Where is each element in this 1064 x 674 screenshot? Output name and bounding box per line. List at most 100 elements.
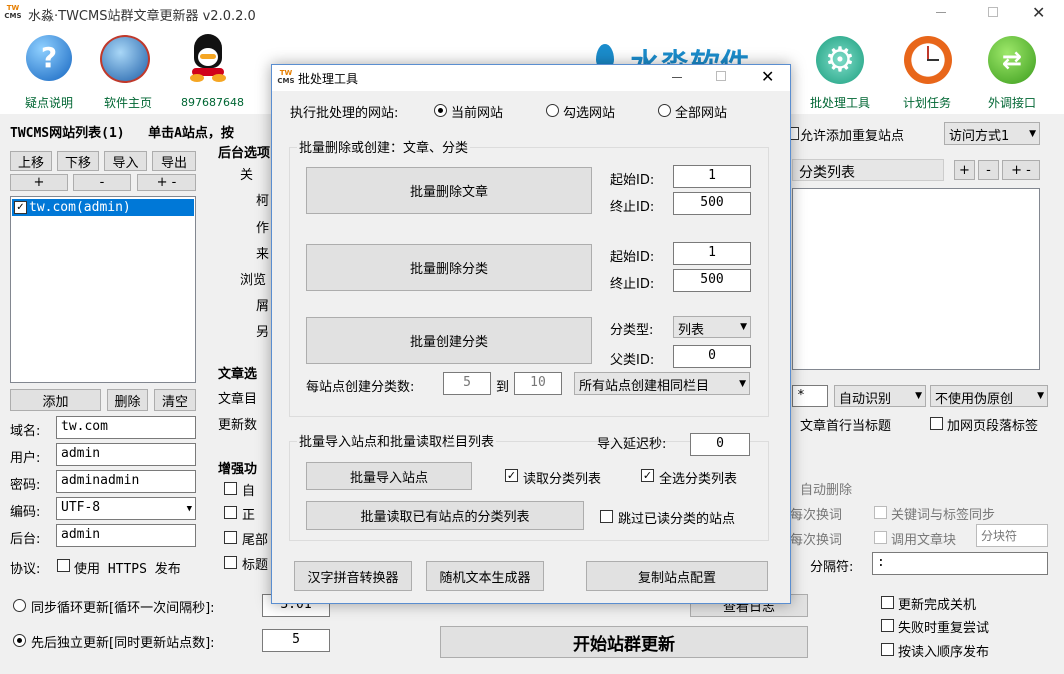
batch-delete-categories-button[interactable]: 批量删除分类 (306, 244, 592, 291)
add-site-button[interactable]: 添加 (10, 389, 101, 411)
help-icon[interactable]: ? (26, 35, 72, 81)
help-label[interactable]: 疑点说明 (25, 94, 73, 111)
start-update-button[interactable]: 开始站群更新 (440, 626, 808, 658)
clock-icon[interactable] (904, 36, 952, 84)
list-minus-button[interactable]: - (73, 174, 131, 191)
retry-checkbox[interactable] (881, 619, 894, 632)
target-checked-radio[interactable] (546, 104, 559, 117)
target-all-radio[interactable] (658, 104, 671, 117)
copy-config-button[interactable]: 复制站点配置 (586, 561, 768, 591)
article-start-id-input[interactable]: 1 (673, 165, 751, 188)
batch-import-sites-button[interactable]: 批量导入站点 (306, 462, 472, 490)
parent-id-input[interactable]: 0 (673, 345, 751, 368)
list-plusminus-button[interactable]: + - (137, 174, 196, 191)
encoding-select[interactable]: UTF-8▼ (56, 497, 196, 520)
first-line-title-label[interactable]: 文章首行当标题 (800, 415, 891, 434)
each-wrap-label-2[interactable]: 每次换词 (790, 529, 842, 548)
user-input[interactable]: admin (56, 443, 196, 466)
same-columns-select[interactable]: 所有站点创建相同栏目▼ (574, 372, 750, 395)
target-current-label[interactable]: 当前网站 (451, 102, 503, 121)
star-input[interactable]: * (792, 385, 828, 407)
indep-update-label[interactable]: 先后独立更新[同时更新站点数]: (31, 632, 215, 651)
batch-delete-articles-button[interactable]: 批量删除文章 (306, 167, 592, 214)
home-label[interactable]: 软件主页 (104, 94, 152, 111)
move-up-button[interactable]: 上移 (10, 151, 52, 171)
select-all-categories-checkbox[interactable]: ✓ (641, 469, 654, 482)
sync-update-radio[interactable] (13, 599, 26, 612)
kw-sync-checkbox[interactable] (874, 506, 887, 519)
category-list[interactable] (792, 188, 1040, 370)
select-all-categories-label[interactable]: 全选分类列表 (659, 468, 737, 487)
dialog-minimize-icon[interactable] (672, 77, 682, 78)
detect-select[interactable]: 自动识别▼ (834, 385, 926, 407)
enhance-check-2[interactable] (224, 506, 237, 519)
use-block-checkbox[interactable] (874, 531, 887, 544)
delete-site-button[interactable]: 删除 (107, 389, 148, 411)
order-label[interactable]: 按读入顺序发布 (898, 641, 989, 660)
para-tag-label[interactable]: 加网页段落标签 (947, 415, 1038, 434)
clear-sites-button[interactable]: 清空 (154, 389, 196, 411)
https-label[interactable]: 使用 HTTPS 发布 (74, 558, 181, 577)
each-wrap-label-1[interactable]: 每次换词 (790, 504, 842, 523)
cat-plusminus-button[interactable]: + - (1002, 160, 1040, 180)
admin-input[interactable]: admin (56, 524, 196, 547)
globe-icon[interactable] (100, 35, 150, 83)
read-categories-checkbox[interactable]: ✓ (505, 469, 518, 482)
task-label[interactable]: 计划任务 (903, 94, 951, 111)
cat-end-id-input[interactable]: 500 (673, 269, 751, 292)
dialog-close-icon[interactable]: ✕ (761, 67, 774, 86)
retry-label[interactable]: 失败时重复尝试 (898, 617, 989, 636)
per-site-to-input[interactable]: 10 (514, 372, 562, 395)
order-checkbox[interactable] (881, 643, 894, 656)
batch-read-categories-button[interactable]: 批量读取已有站点的分类列表 (306, 501, 584, 530)
export-button[interactable]: 导出 (152, 151, 196, 171)
random-text-button[interactable]: 随机文本生成器 (426, 561, 544, 591)
separator-input[interactable]: : (872, 552, 1048, 575)
list-item[interactable]: ✓ tw.com(admin) (12, 199, 194, 216)
indep-update-radio[interactable] (13, 634, 26, 647)
skip-read-label[interactable]: 跳过已读分类的站点 (618, 508, 735, 527)
cat-type-select[interactable]: 列表▼ (673, 316, 751, 338)
per-site-from-input[interactable]: 5 (443, 372, 491, 395)
visit-mode-select[interactable]: 访问方式1▼ (944, 122, 1040, 145)
batch-create-categories-button[interactable]: 批量创建分类 (306, 317, 592, 364)
https-checkbox[interactable] (57, 559, 70, 572)
shutdown-checkbox[interactable] (881, 596, 894, 609)
target-all-label[interactable]: 全部网站 (675, 102, 727, 121)
pseudo-original-select[interactable]: 不使用伪原创▼ (930, 385, 1048, 407)
batch-label[interactable]: 批处理工具 (810, 94, 870, 111)
kw-sync-label[interactable]: 关键词与标签同步 (891, 504, 995, 523)
gear-icon[interactable]: ⚙ (816, 36, 864, 84)
allow-duplicate-label[interactable]: 允许添加重复站点 (800, 125, 904, 144)
target-current-radio[interactable] (434, 104, 447, 117)
auto-delete-label[interactable]: 自动删除 (800, 479, 852, 498)
article-end-id-input[interactable]: 500 (673, 192, 751, 215)
move-down-button[interactable]: 下移 (57, 151, 99, 171)
para-tag-checkbox[interactable] (930, 417, 943, 430)
exchange-icon[interactable]: ⇄ (988, 36, 1036, 84)
pinyin-converter-button[interactable]: 汉字拼音转换器 (294, 561, 412, 591)
api-label[interactable]: 外调接口 (988, 94, 1036, 111)
target-checked-label[interactable]: 勾选网站 (563, 102, 615, 121)
maximize-icon[interactable] (988, 7, 998, 17)
shutdown-label[interactable]: 更新完成关机 (898, 594, 976, 613)
qq-icon[interactable] (188, 34, 228, 84)
site-list[interactable]: ✓ tw.com(admin) (10, 196, 196, 383)
password-input[interactable]: adminadmin (56, 470, 196, 493)
cat-plus-button[interactable]: + (954, 160, 975, 180)
skip-read-checkbox[interactable] (600, 510, 613, 523)
read-categories-label[interactable]: 读取分类列表 (523, 468, 601, 487)
qq-label[interactable]: 897687648 (181, 96, 244, 109)
cat-start-id-input[interactable]: 1 (673, 242, 751, 265)
enhance-check-4[interactable] (224, 556, 237, 569)
cat-minus-button[interactable]: - (978, 160, 999, 180)
enhance-check-1[interactable] (224, 482, 237, 495)
delay-input[interactable]: 0 (690, 433, 750, 456)
enhance-check-3[interactable] (224, 531, 237, 544)
minimize-icon[interactable] (936, 12, 946, 13)
list-plus-button[interactable]: + (10, 174, 68, 191)
dialog-maximize-icon[interactable] (716, 71, 726, 81)
import-button[interactable]: 导入 (104, 151, 147, 171)
close-icon[interactable]: ✕ (1032, 3, 1045, 22)
indep-count-input[interactable]: 5 (262, 629, 330, 652)
